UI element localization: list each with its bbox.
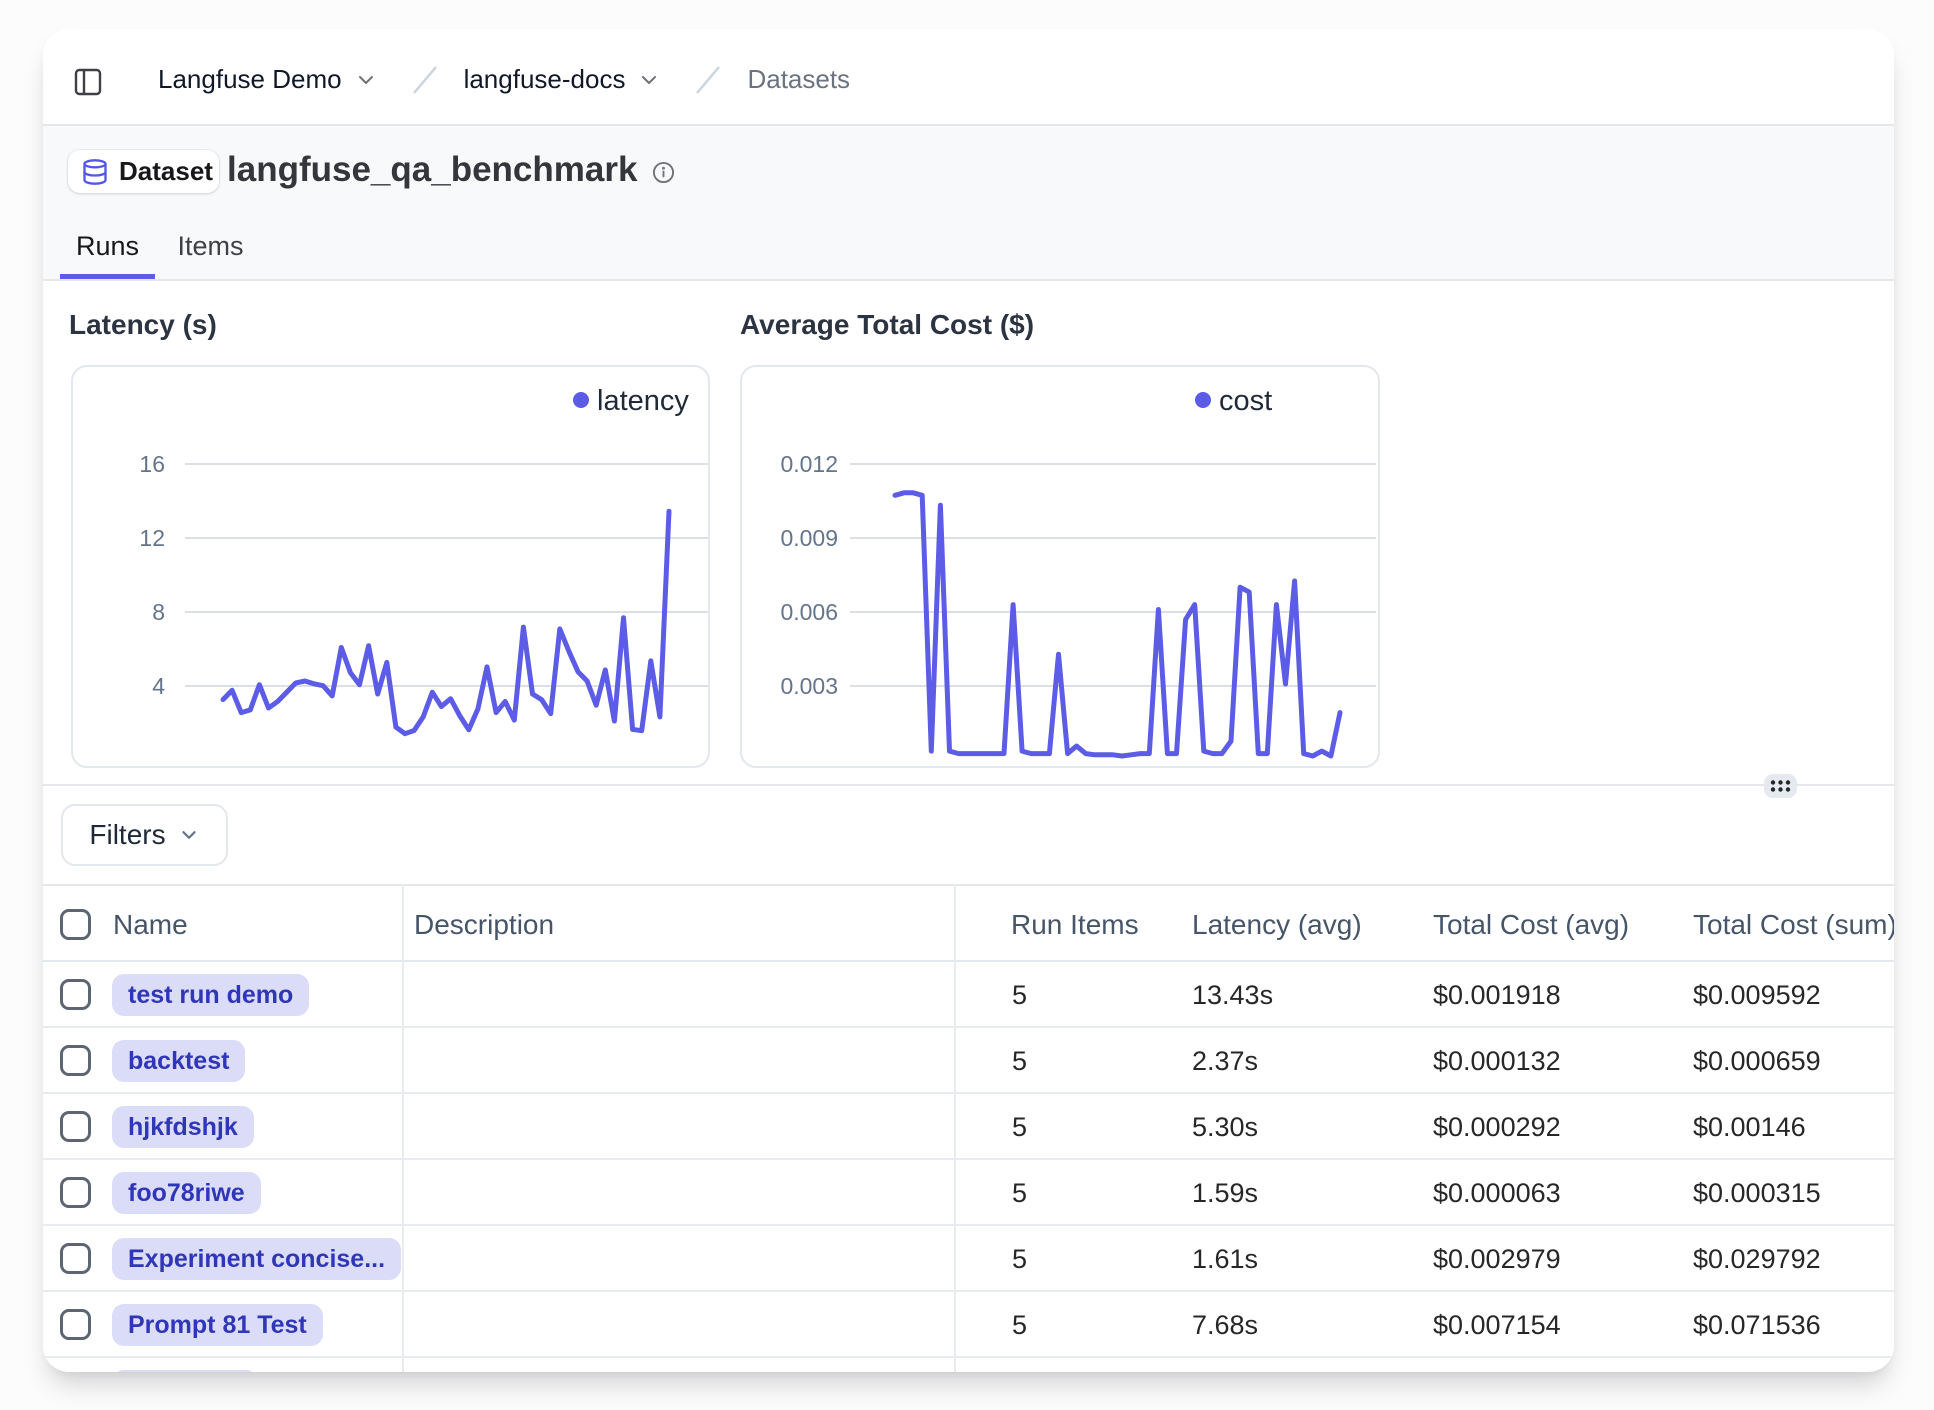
svg-text:cost: cost	[1219, 385, 1272, 417]
svg-text:8: 8	[152, 599, 165, 625]
svg-text:0.009: 0.009	[780, 525, 838, 551]
svg-text:0.012: 0.012	[780, 451, 838, 477]
svg-text:12: 12	[139, 525, 165, 551]
svg-text:16: 16	[139, 451, 165, 477]
svg-text:4: 4	[152, 673, 165, 699]
svg-text:0.003: 0.003	[780, 673, 838, 699]
svg-text:latency: latency	[597, 385, 689, 417]
svg-text:0.006: 0.006	[780, 599, 838, 625]
